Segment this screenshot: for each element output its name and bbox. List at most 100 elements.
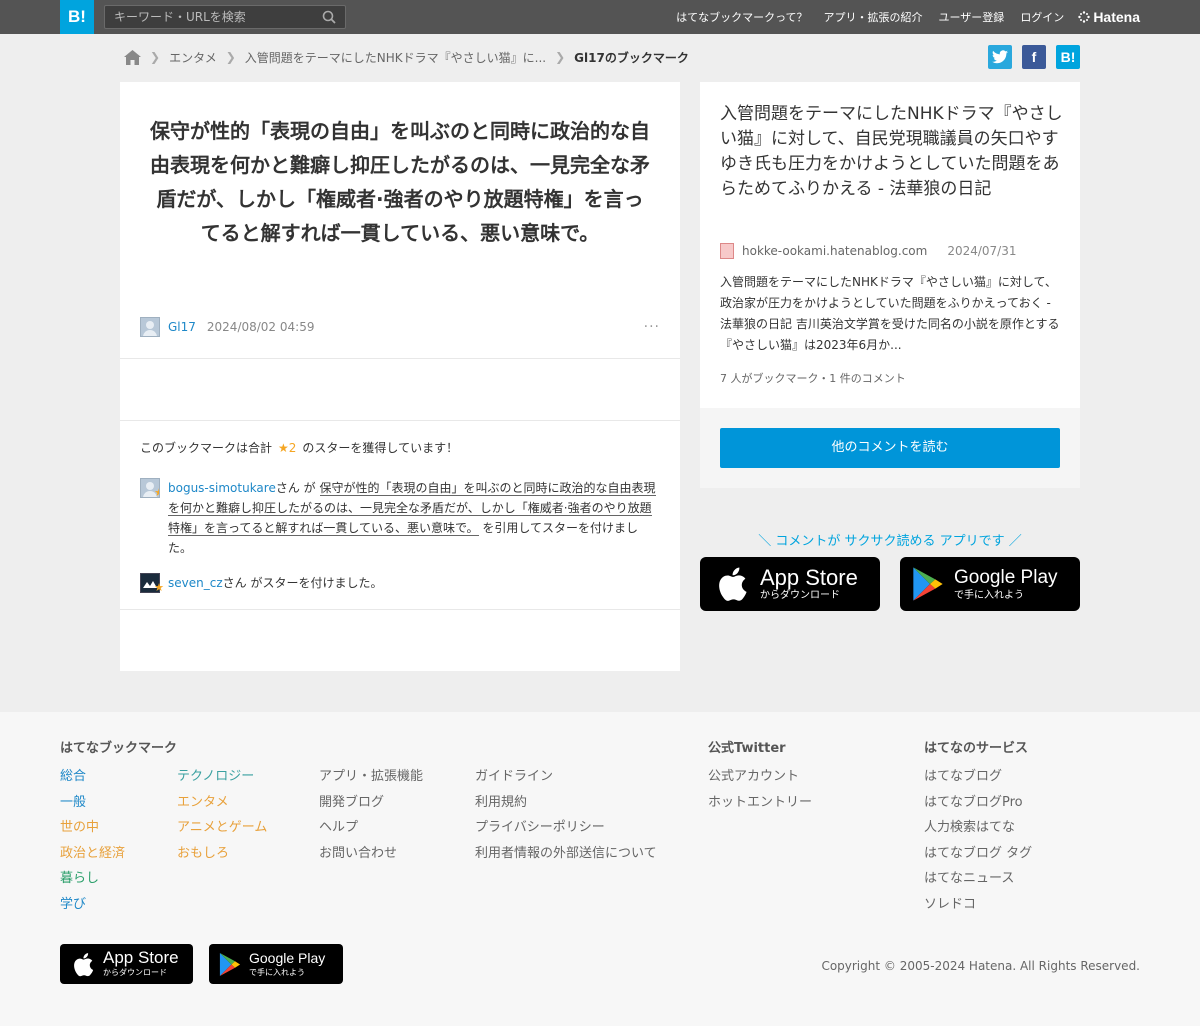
footer-link[interactable]: 開発ブログ (319, 790, 423, 816)
footer-link[interactable]: ヘルプ (319, 815, 423, 841)
footer-link[interactable]: おもしろ (177, 841, 267, 867)
footer-category-links: テクノロジー エンタメ アニメとゲーム おもしろ (177, 764, 267, 866)
search-icon[interactable] (322, 10, 336, 24)
apple-icon (719, 567, 747, 601)
hatena-brand[interactable]: Hatena (1078, 9, 1140, 25)
footer-link[interactable]: 利用規約 (475, 790, 657, 816)
footer-link[interactable]: 利用者情報の外部送信について (475, 841, 657, 867)
entry-domain[interactable]: hokke-ookami.hatenablog.com (742, 244, 927, 258)
google-play-title: Google Play (249, 949, 326, 966)
search-input[interactable] (105, 6, 310, 28)
footer-link[interactable]: はてなブログPro (924, 790, 1032, 816)
star-summary-suffix: のスターを獲得しています！ (302, 441, 459, 455)
header-nav: はてなブックマークって？ アプリ・拡張の紹介 ユーザー登録 ログイン Haten… (660, 0, 1140, 34)
footer-policy-links: ガイドライン 利用規約 プライバシーポリシー 利用者情報の外部送信について (475, 764, 657, 866)
apple-icon (74, 952, 94, 976)
home-icon[interactable] (124, 49, 141, 65)
app-store-subtitle: からダウンロード (760, 590, 840, 601)
twitter-bird-icon (992, 50, 1008, 64)
entry-source: hokke-ookami.hatenablog.com 2024/07/31 (720, 243, 1017, 259)
star-action-text: さん がスターを付けました。 (222, 576, 383, 590)
footer-link[interactable]: ガイドライン (475, 764, 657, 790)
app-store-badge[interactable]: App Store からダウンロード (60, 944, 193, 984)
star-user[interactable]: bogus-simotukare (168, 481, 276, 495)
footer-link[interactable]: 公式アカウント (708, 764, 812, 790)
footer-link[interactable]: エンタメ (177, 790, 267, 816)
star-action-text: さん が (275, 481, 316, 495)
footer-link[interactable]: ホットエントリー (708, 790, 812, 816)
star-summary: このブックマークは合計 ★2 のスターを獲得しています！ (140, 439, 458, 456)
footer-heading: はてなブックマーク (60, 741, 178, 756)
nav-apps[interactable]: アプリ・拡張の紹介 (824, 9, 923, 25)
footer-link[interactable]: アニメとゲーム (177, 815, 267, 841)
bookmark-user[interactable]: Gl17 (168, 320, 196, 334)
star-icon: ★ (154, 483, 159, 497)
footer-link[interactable]: アプリ・拡張機能 (319, 764, 423, 790)
divider (120, 358, 680, 359)
twitter-share-button[interactable] (988, 45, 1012, 69)
global-header: B! はてなブックマークって？ アプリ・拡張の紹介 ユーザー登録 ログイン Ha… (0, 0, 1200, 34)
footer-link[interactable]: はてなニュース (924, 866, 1032, 892)
google-play-icon (913, 567, 943, 601)
hatena-dots-icon (1078, 11, 1091, 23)
bookmark-count[interactable]: 7 人がブックマーク・1 件のコメント (720, 370, 906, 386)
footer-link[interactable]: 一般 (60, 790, 125, 816)
entry-info: 入管問題をテーマにしたNHKドラマ『やさしい猫』に対して、自民党現職議員の矢口や… (700, 82, 1080, 408)
footer-link[interactable]: 世の中 (60, 815, 125, 841)
more-menu-icon[interactable]: ··· (644, 319, 660, 335)
footer-link[interactable]: プライバシーポリシー (475, 815, 657, 841)
divider (120, 420, 680, 421)
avatar[interactable]: ★ (140, 478, 160, 498)
footer-link[interactable]: はてなブログ タグ (924, 841, 1032, 867)
bookmark-date: 2024/08/02 04:59 (206, 320, 315, 334)
star-icon: ★ (154, 581, 164, 594)
nav-login[interactable]: ログイン (1020, 9, 1064, 25)
breadcrumb-category[interactable]: エンタメ (169, 49, 217, 66)
footer-link[interactable]: ソレドコ (924, 892, 1032, 918)
footer-link[interactable]: 政治と経済 (60, 841, 125, 867)
google-play-subtitle: で手に入れよう (954, 590, 1024, 601)
app-store-title: App Store (760, 565, 858, 590)
footer: はてなブックマーク 総合 一般 世の中 政治と経済 暮らし 学び テクノロジー … (0, 712, 1200, 1026)
footer-link[interactable]: 人力検索はてな (924, 815, 1032, 841)
breadcrumb: ❯ エンタメ ❯ 入管問題をテーマにしたNHKドラマ『やさしい猫』に... ❯ … (124, 46, 689, 68)
entry-title[interactable]: 入管問題をテーマにしたNHKドラマ『やさしい猫』に対して、自民党現職議員の矢口や… (720, 102, 1065, 202)
star-entry: ★ seven_czさん がスターを付けました。 (140, 573, 660, 594)
google-play-icon (219, 952, 241, 976)
footer-link[interactable]: 暮らし (60, 866, 125, 892)
footer-link[interactable]: 総合 (60, 764, 125, 790)
footer-link[interactable]: お問い合わせ (319, 841, 423, 867)
hatena-bookmark-logo[interactable]: B! (60, 0, 94, 34)
entry-date: 2024/07/31 (947, 244, 1017, 258)
app-store-subtitle: からダウンロード (103, 968, 167, 977)
nav-about[interactable]: はてなブックマークって？ (676, 9, 807, 25)
footer-info-links: アプリ・拡張機能 開発ブログ ヘルプ お問い合わせ (319, 764, 423, 866)
read-comments-button[interactable]: 他のコメントを読む (720, 428, 1060, 468)
app-store-badge[interactable]: App Store からダウンロード (700, 557, 880, 611)
app-tagline: ＼ コメントが サクサク読める アプリです ／ (758, 534, 1022, 549)
hatena-brand-text: Hatena (1093, 9, 1140, 25)
avatar[interactable] (140, 317, 160, 337)
hatena-share-button[interactable]: B! (1056, 45, 1080, 69)
footer-link[interactable]: 学び (60, 892, 125, 918)
breadcrumb-entry[interactable]: 入管問題をテーマにしたNHKドラマ『やさしい猫』に... (245, 49, 546, 66)
google-play-badge[interactable]: Google Play で手に入れよう (900, 557, 1080, 611)
divider (120, 609, 680, 610)
footer-twitter-links: 公式アカウント ホットエントリー (708, 764, 812, 815)
google-play-title: Google Play (954, 567, 1058, 588)
footer-category-links: 総合 一般 世の中 政治と経済 暮らし 学び (60, 764, 125, 917)
footer-service-links: はてなブログ はてなブログPro 人力検索はてな はてなブログ タグ はてなニュ… (924, 764, 1032, 917)
google-play-badge[interactable]: Google Play で手に入れよう (209, 944, 343, 984)
entry-card: 入管問題をテーマにしたNHKドラマ『やさしい猫』に対して、自民党現職議員の矢口や… (700, 82, 1080, 488)
facebook-share-button[interactable]: f (1022, 45, 1046, 69)
footer-link[interactable]: テクノロジー (177, 764, 267, 790)
footer-link[interactable]: はてなブログ (924, 764, 1032, 790)
star-user[interactable]: seven_cz (168, 576, 223, 590)
chevron-right-icon: ❯ (225, 50, 236, 64)
star-entry: ★ bogus-simotukareさん が 保守が性的「表現の自由」を叫ぶのと… (140, 478, 660, 558)
star-count[interactable]: ★2 (278, 441, 296, 455)
nav-register[interactable]: ユーザー登録 (939, 9, 1005, 25)
bookmark-meta: Gl17 2024/08/02 04:59 ··· (140, 317, 660, 337)
star-summary-prefix: このブックマークは合計 (140, 441, 273, 455)
avatar[interactable]: ★ (140, 573, 164, 594)
